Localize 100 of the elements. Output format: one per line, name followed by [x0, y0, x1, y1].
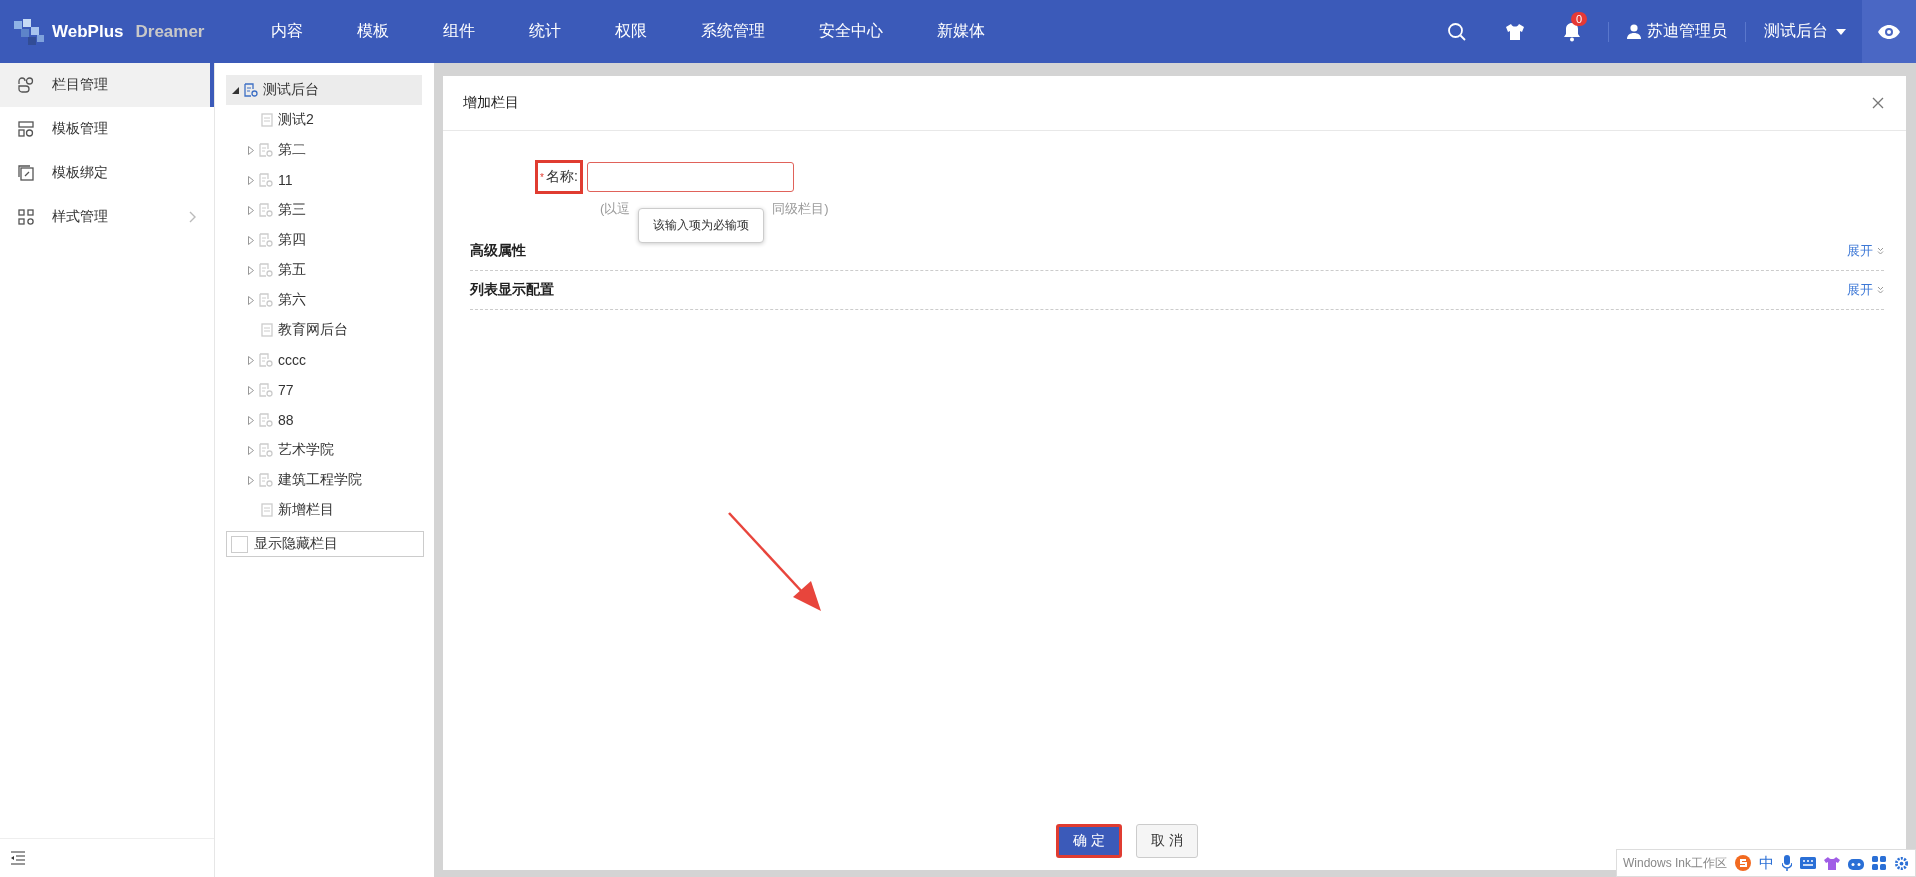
expand-triangle-icon [248, 235, 254, 245]
sidebar-item[interactable]: 模板绑定 [0, 151, 214, 195]
nav-link[interactable]: 统计 [502, 21, 588, 42]
folder-document-icon [259, 263, 273, 277]
sidebar-item[interactable]: 模板管理 [0, 107, 214, 151]
close-icon[interactable] [1872, 97, 1884, 109]
expand-triangle-icon [248, 205, 254, 215]
document-icon [261, 323, 273, 337]
nav-link[interactable]: 安全中心 [792, 21, 910, 42]
checkbox[interactable] [231, 535, 248, 553]
field-label: *名称: [535, 160, 583, 194]
tree-node[interactable]: 第四 [226, 225, 422, 255]
section-title: 列表显示配置 [470, 281, 554, 299]
folder-document-icon [259, 143, 273, 157]
nav-link[interactable]: 新媒体 [910, 21, 1012, 42]
people-icon [18, 77, 34, 93]
keyboard-icon[interactable] [1800, 857, 1816, 869]
tree-node[interactable]: 88 [226, 405, 422, 435]
expand-triangle-icon [248, 295, 254, 305]
notification-badge: 0 [1571, 11, 1588, 26]
bell-icon[interactable] [1563, 21, 1581, 42]
folder-document-icon [259, 203, 273, 217]
caret-icon [1836, 28, 1846, 35]
section-title: 高级属性 [470, 242, 526, 260]
collapse-menu-icon[interactable] [10, 851, 26, 865]
tree-node[interactable]: 第六 [226, 285, 422, 315]
folder-document-icon [244, 83, 258, 97]
expand-link[interactable]: 展开 [1847, 242, 1884, 260]
chevron-right-icon [189, 211, 196, 223]
folder-document-icon [259, 173, 273, 187]
folder-document-icon [259, 413, 273, 427]
tooltip-text: Windows Ink工作区 [1622, 854, 1727, 872]
user-icon [1627, 24, 1641, 39]
tree-node[interactable]: 第五 [226, 255, 422, 285]
show-hidden-checkbox[interactable]: 显示隐藏栏目 [226, 531, 424, 557]
tree-node[interactable]: 新增栏目 [226, 495, 422, 525]
nav-link[interactable]: 组件 [416, 21, 502, 42]
expand-triangle-icon [248, 415, 254, 425]
dialog-title: 增加栏目 [463, 94, 519, 112]
cubes-logo-icon [12, 16, 46, 47]
ime-mode[interactable]: 中 [1759, 853, 1774, 873]
expand-triangle-icon [248, 175, 254, 185]
double-chevron-icon [1877, 286, 1884, 294]
expand-triangle-icon [248, 445, 254, 455]
sidebar-item[interactable]: 样式管理 [0, 195, 214, 239]
expand-link[interactable]: 展开 [1847, 281, 1884, 299]
gear-icon[interactable] [1894, 855, 1909, 871]
microphone-icon[interactable] [1782, 855, 1792, 871]
expand-triangle-icon [248, 385, 254, 395]
checkbox-label: 显示隐藏栏目 [254, 535, 338, 553]
confirm-button[interactable]: 确 定 [1056, 824, 1122, 858]
sidebar-item[interactable]: 栏目管理 [0, 63, 214, 107]
double-chevron-icon [1877, 247, 1884, 255]
document-icon [261, 113, 273, 127]
logo-subtitle: Dreamer [135, 21, 205, 42]
site-dropdown[interactable]: 测试后台 [1754, 21, 1862, 42]
hint-text: (以逗 [600, 200, 631, 218]
folder-document-icon [259, 473, 273, 487]
nav-link[interactable]: 系统管理 [674, 21, 792, 42]
folder-document-icon [259, 443, 273, 457]
tree-node[interactable]: 77 [226, 375, 422, 405]
expand-triangle-icon [248, 145, 254, 155]
input-method-logo-icon[interactable] [1735, 855, 1751, 871]
preview-button[interactable] [1862, 0, 1916, 63]
document-icon [261, 503, 273, 517]
tree-node[interactable]: 教育网后台 [226, 315, 422, 345]
expand-triangle-icon [248, 265, 254, 275]
name-input-field[interactable] [586, 162, 794, 192]
nav-link[interactable]: 内容 [244, 21, 330, 42]
error-tooltip: 该输入项为必输项 [638, 208, 765, 243]
tree-node[interactable]: 艺术学院 [226, 435, 422, 465]
grid-icon[interactable] [1872, 856, 1886, 870]
shirt-icon[interactable] [1824, 856, 1840, 870]
folder-document-icon [259, 293, 273, 307]
cancel-button[interactable]: 取 消 [1136, 824, 1198, 858]
search-icon[interactable] [1447, 21, 1467, 42]
folder-document-icon [259, 383, 273, 397]
tree-node[interactable]: 11 [226, 165, 422, 195]
nav-link[interactable]: 模板 [330, 21, 416, 42]
nav-link[interactable]: 权限 [588, 21, 674, 42]
tree-node[interactable]: 第二 [226, 135, 422, 165]
user-name[interactable]: 苏迪管理员 [1647, 21, 1727, 42]
robot-icon[interactable] [1848, 856, 1864, 870]
tree-node[interactable]: 测试后台 [226, 75, 422, 105]
logo-text: WebPlus [52, 21, 124, 42]
expand-triangle-icon [248, 475, 254, 485]
folder-document-icon [259, 353, 273, 367]
tree-node[interactable]: cccc [226, 345, 422, 375]
eye-icon [1877, 23, 1901, 40]
hint-text: 同级栏目) [772, 200, 829, 218]
expand-triangle-icon [232, 86, 239, 94]
expand-triangle-icon [248, 355, 254, 365]
grid-icon [18, 209, 34, 225]
tree-node[interactable]: 第三 [226, 195, 422, 225]
document-link-icon [18, 165, 34, 181]
tree-node[interactable]: 建筑工程学院 [226, 465, 422, 495]
layout-icon [18, 121, 34, 137]
folder-document-icon [259, 233, 273, 247]
tree-node[interactable]: 测试2 [226, 105, 422, 135]
shirt-icon[interactable] [1505, 22, 1525, 41]
